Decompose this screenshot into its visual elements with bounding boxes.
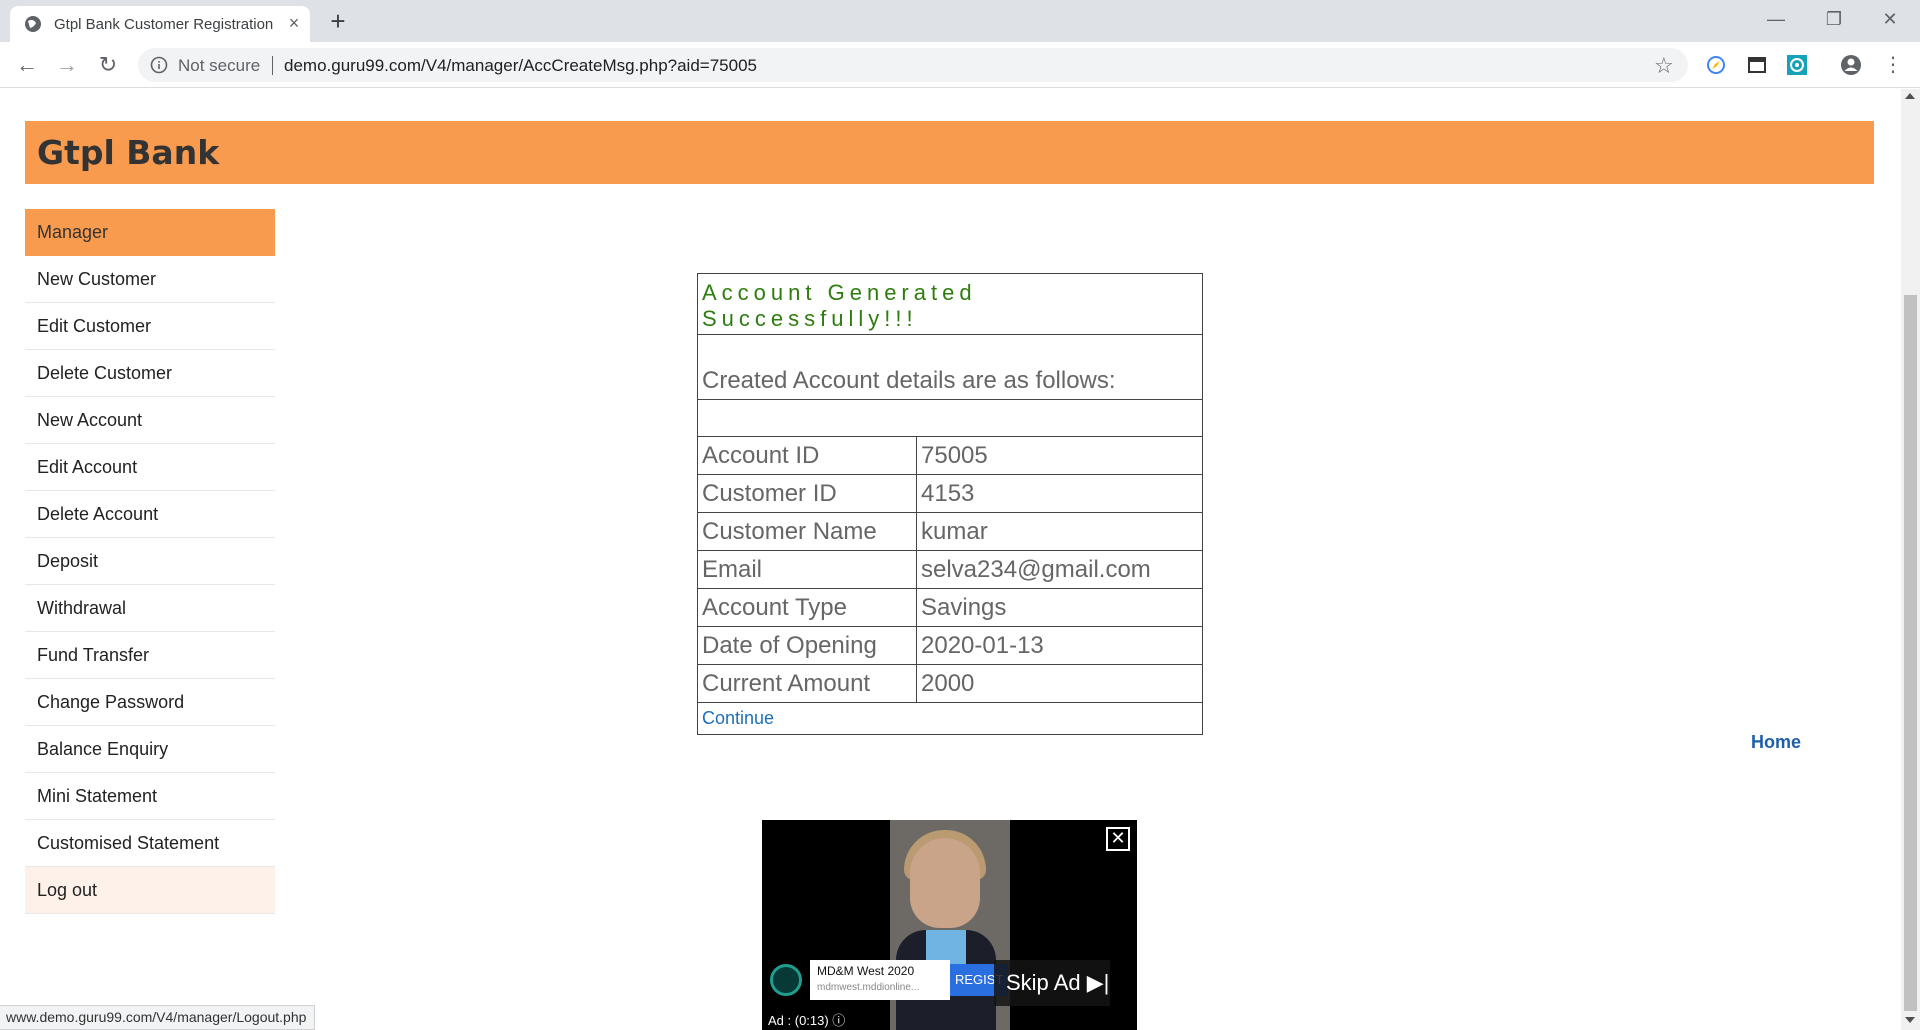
side-menu: Manager New Customer Edit Customer Delet… (25, 209, 275, 914)
menu-item-withdrawal[interactable]: Withdrawal (25, 585, 275, 632)
site-brand: Gtpl Bank (37, 133, 220, 172)
url-text[interactable]: demo.guru99.com/V4/manager/AccCreateMsg.… (284, 56, 757, 76)
page-scrollbar[interactable] (1901, 89, 1920, 1030)
menu-item-new-account[interactable]: New Account (25, 397, 275, 444)
reload-icon[interactable]: ↻ (94, 51, 122, 79)
security-label: Not secure (178, 56, 261, 75)
menu-item-deposit[interactable]: Deposit (25, 538, 275, 585)
field-label: Customer Name (697, 512, 917, 551)
menu-item-edit-customer[interactable]: Edit Customer (25, 303, 275, 350)
menu-item-balance-enquiry[interactable]: Balance Enquiry (25, 726, 275, 773)
extension-compass-icon[interactable] (1705, 54, 1727, 76)
table-row: Current Amount 2000 (697, 664, 1203, 703)
menu-item-delete-customer[interactable]: Delete Customer (25, 350, 275, 397)
ad-domain: mdmwest.mddionline... (817, 982, 920, 993)
globe-icon (25, 16, 41, 32)
field-label: Account Type (697, 588, 917, 627)
ad-close-icon[interactable]: ✕ (1106, 827, 1130, 851)
continue-link[interactable]: Continue (697, 702, 1203, 735)
table-row: Customer Name kumar (697, 512, 1203, 551)
back-icon[interactable]: ← (13, 51, 41, 79)
browser-tab[interactable]: Gtpl Bank Customer Registration × (10, 6, 310, 42)
restore-icon[interactable]: ❐ (1814, 6, 1854, 32)
extension-target-icon[interactable] (1786, 54, 1808, 76)
new-tab-icon[interactable]: + (324, 8, 352, 36)
menu-item-change-password[interactable]: Change Password (25, 679, 275, 726)
menu-item-new-customer[interactable]: New Customer (25, 256, 275, 303)
video-ad[interactable]: ✕ MD&M West 2020 mdmwest.mddionline... R… (762, 820, 1137, 1030)
field-label: Current Amount (697, 664, 917, 703)
status-bar-url: www.demo.guru99.com/V4/manager/Logout.ph… (0, 1005, 316, 1030)
extension-devtools-icon[interactable] (1746, 54, 1768, 76)
ad-person-face (910, 838, 980, 928)
field-label: Email (697, 550, 917, 589)
field-value: kumar (916, 512, 1203, 551)
details-subheading: Created Account details are as follows: (697, 334, 1203, 400)
scroll-down-icon[interactable] (1905, 1017, 1915, 1023)
browser-toolbar: ← → ↻ Not secure demo.guru99.com/V4/mana… (0, 42, 1920, 88)
ad-info-card[interactable]: MD&M West 2020 mdmwest.mddionline... (810, 960, 950, 1000)
menu-item-manager[interactable]: Manager (25, 209, 275, 256)
ad-advertiser: MD&M West 2020 (817, 964, 915, 978)
site-header: Gtpl Bank (25, 121, 1874, 184)
close-tab-icon[interactable]: × (284, 13, 304, 33)
ad-brand-logo-icon (770, 964, 802, 996)
field-value: 2020-01-13 (916, 626, 1203, 665)
table-row: Date of Opening 2020-01-13 (697, 626, 1203, 665)
field-label: Date of Opening (697, 626, 917, 665)
menu-item-log-out[interactable]: Log out (25, 867, 275, 914)
browser-menu-icon[interactable]: ⋮ (1879, 51, 1907, 79)
table-row: Customer ID 4153 (697, 474, 1203, 513)
tab-title: Gtpl Bank Customer Registration (54, 16, 274, 33)
blank-row (697, 399, 1203, 437)
info-icon[interactable] (150, 56, 168, 74)
table-row: Account Type Savings (697, 588, 1203, 627)
scrollbar-thumb[interactable] (1904, 295, 1917, 1011)
profile-avatar-icon[interactable] (1840, 54, 1862, 76)
scroll-up-icon[interactable] (1905, 93, 1915, 99)
skip-ad-button[interactable]: Skip Ad ▶| (994, 960, 1110, 1006)
ad-timer: Ad : (0:13) ⓘ (768, 1013, 846, 1028)
field-value: 2000 (916, 664, 1203, 703)
field-label: Customer ID (697, 474, 917, 513)
field-value: Savings (916, 588, 1203, 627)
success-heading: Account Generated Successfully!!! (697, 273, 1203, 335)
menu-item-fund-transfer[interactable]: Fund Transfer (25, 632, 275, 679)
table-row: Account ID 75005 (697, 436, 1203, 475)
forward-icon[interactable]: → (53, 51, 81, 79)
menu-item-customised-statement[interactable]: Customised Statement (25, 820, 275, 867)
field-label: Account ID (697, 436, 917, 475)
tab-bar: Gtpl Bank Customer Registration × + — ❐ … (0, 0, 1920, 42)
home-link[interactable]: Home (1751, 732, 1801, 753)
address-bar[interactable]: Not secure demo.guru99.com/V4/manager/Ac… (138, 48, 1688, 82)
table-row: Email selva234@gmail.com (697, 550, 1203, 589)
field-value: 4153 (916, 474, 1203, 513)
bookmark-star-icon[interactable]: ☆ (1654, 53, 1674, 79)
field-value: selva234@gmail.com (916, 550, 1203, 589)
window-close-icon[interactable]: ✕ (1870, 6, 1910, 32)
minimize-icon[interactable]: — (1756, 6, 1796, 32)
field-value: 75005 (916, 436, 1203, 475)
menu-item-mini-statement[interactable]: Mini Statement (25, 773, 275, 820)
omnibox-divider (272, 56, 273, 75)
account-details-table: Account Generated Successfully!!! Create… (697, 273, 1203, 735)
menu-item-delete-account[interactable]: Delete Account (25, 491, 275, 538)
menu-item-edit-account[interactable]: Edit Account (25, 444, 275, 491)
